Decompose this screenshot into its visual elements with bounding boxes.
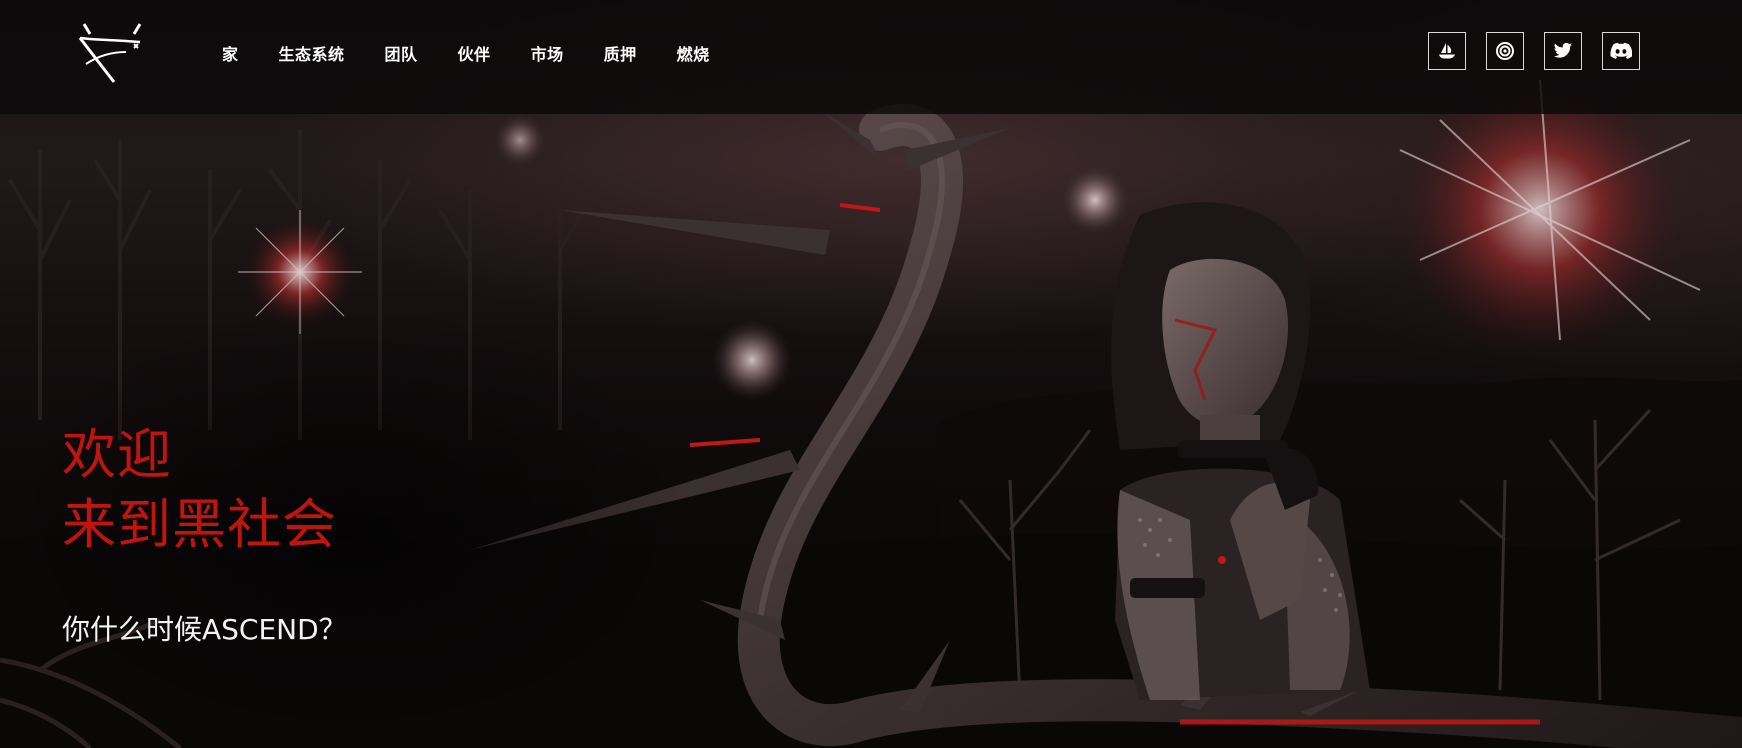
nav-staking[interactable]: 质押 — [604, 41, 637, 65]
hero-title-line-2: 来到黑社会 — [62, 493, 337, 556]
nav-partners[interactable]: 伙伴 — [458, 41, 491, 65]
social-links — [1428, 32, 1640, 70]
twitter-button[interactable] — [1544, 32, 1582, 70]
nav-home[interactable]: 家 — [222, 41, 239, 65]
discord-button[interactable] — [1602, 32, 1640, 70]
hero-title-line-1: 欢迎 — [62, 423, 172, 486]
site-logo[interactable] — [76, 18, 148, 88]
hero-subtitle: 你什么时候ASCEND？ — [62, 613, 347, 646]
site-header: 家 生态系统 团队 伙伴 市场 质押 燃烧 — [0, 0, 1742, 114]
horned-x-logo-icon — [78, 23, 142, 83]
nav-market[interactable]: 市场 — [531, 41, 564, 65]
twitter-icon — [1553, 42, 1573, 58]
hero-title: 欢迎 来到黑社会 — [62, 420, 337, 560]
nav-team[interactable]: 团队 — [385, 41, 418, 65]
nav-ecosystem[interactable]: 生态系统 — [279, 41, 345, 65]
discord-icon — [1610, 42, 1632, 59]
main-nav: 家 生态系统 团队 伙伴 市场 质押 燃烧 — [222, 41, 750, 65]
opensea-button[interactable] — [1428, 32, 1466, 70]
target-button[interactable] — [1486, 32, 1524, 70]
nav-burn[interactable]: 燃烧 — [677, 41, 710, 65]
landing-page: 家 生态系统 团队 伙伴 市场 质押 燃烧 欢迎 来到黑社会 你什么时候ASCE… — [0, 0, 1742, 748]
opensea-icon — [1439, 43, 1455, 59]
target-icon — [1496, 42, 1514, 60]
